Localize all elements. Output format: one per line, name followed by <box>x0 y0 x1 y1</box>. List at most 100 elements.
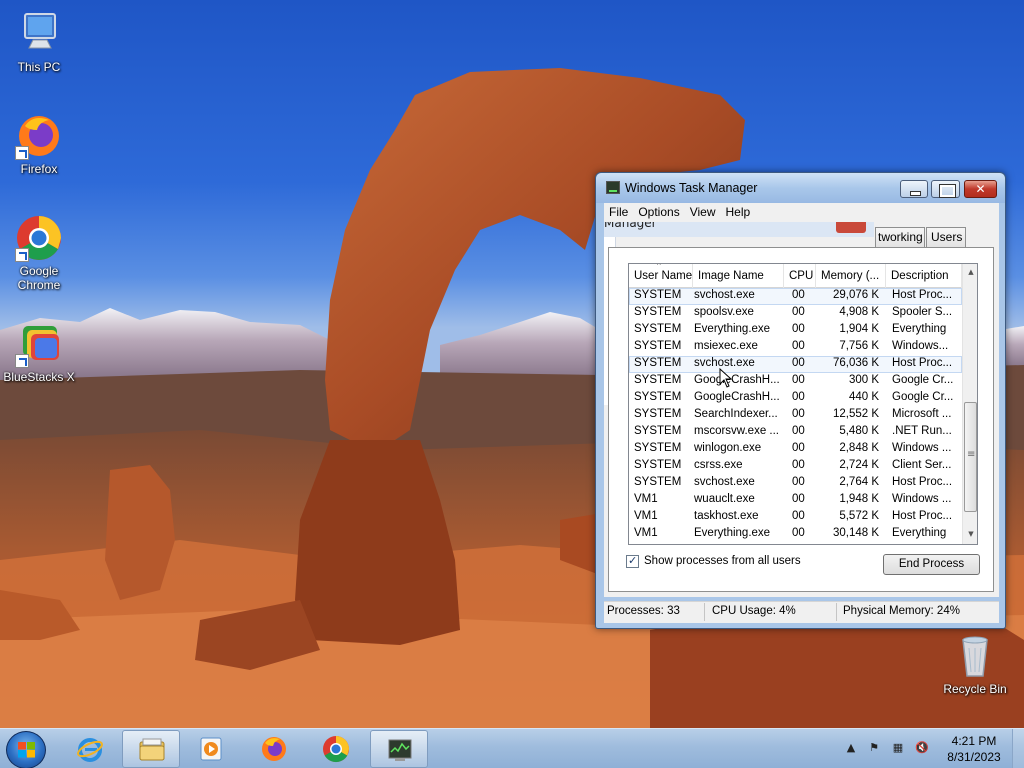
title-bar[interactable]: Windows Task Manager <box>596 173 1005 203</box>
table-row[interactable]: SYSTEM mscorsvw.exe ... 00 5,480 K .NET Run.… <box>629 424 962 441</box>
cell-cpu: 00 <box>792 391 805 403</box>
process-list-header: User Name Image Name CPU Memory (... Des… <box>629 264 962 288</box>
cell-user-name: SYSTEM <box>634 374 682 386</box>
processes-tab-panel: User Name Image Name CPU Memory (... Des… <box>608 247 994 592</box>
tab-networking[interactable]: tworking <box>875 227 925 247</box>
taskbar-chrome[interactable] <box>307 730 365 768</box>
cell-memory: 4,908 K <box>839 306 879 318</box>
table-row[interactable]: SYSTEM msiexec.exe 00 7,756 K Windows... <box>629 339 962 356</box>
cell-cpu: 00 <box>792 493 805 505</box>
end-process-button[interactable]: End Process <box>883 554 980 575</box>
cell-memory: 2,764 K <box>839 476 879 488</box>
table-row[interactable]: SYSTEM winlogon.exe 00 2,848 K Windows ... <box>629 441 962 458</box>
status-cpu-usage: CPU Usage: 4% <box>712 605 796 617</box>
cell-memory: 7,756 K <box>839 340 879 352</box>
status-physical-memory: Physical Memory: 24% <box>843 605 960 617</box>
cell-description: Windows ... <box>892 493 952 505</box>
shortcut-arrow-icon <box>15 146 29 160</box>
table-row[interactable]: SYSTEM GoogleCrashH... 00 440 K Google Cr... <box>629 390 962 407</box>
cell-cpu: 00 <box>792 323 805 335</box>
show-desktop-button[interactable] <box>1012 729 1024 768</box>
cell-cpu: 00 <box>792 374 805 386</box>
cell-memory: 5,480 K <box>839 425 879 437</box>
desktop-icon-firefox[interactable]: Firefox <box>1 112 77 176</box>
close-icon <box>836 222 866 233</box>
table-row[interactable]: SYSTEM svchost.exe 00 29,076 K Host Proc... <box>629 288 962 305</box>
cell-cpu: 00 <box>792 476 805 488</box>
table-row[interactable]: VM1 taskhost.exe 00 5,572 K Host Proc... <box>629 509 962 526</box>
cell-cpu: 00 <box>792 289 805 301</box>
menu-options[interactable]: Options <box>633 203 684 219</box>
cell-user-name: SYSTEM <box>634 289 682 301</box>
status-bar: Processes: 33 CPU Usage: 4% Physical Mem… <box>604 601 999 623</box>
clock-date: 8/31/2023 <box>947 750 1001 764</box>
shortcut-arrow-icon <box>15 354 29 368</box>
status-divider <box>836 603 837 621</box>
table-row[interactable]: VM1 wuauclt.exe 00 1,948 K Windows ... <box>629 492 962 509</box>
table-row[interactable]: SYSTEM csrss.exe 00 2,724 K Client Ser... <box>629 458 962 475</box>
cell-cpu: 00 <box>792 510 805 522</box>
taskbar-firefox[interactable] <box>245 730 303 768</box>
taskbar-file-explorer[interactable] <box>122 730 180 768</box>
tab-users[interactable]: Users <box>926 227 966 247</box>
cell-description: Google Cr... <box>892 374 954 386</box>
column-cpu[interactable]: CPU <box>784 264 816 288</box>
scroll-up-icon[interactable]: ▲ <box>966 268 976 278</box>
column-memory[interactable]: Memory (... <box>816 264 886 288</box>
show-all-processes-label: Show processes from all users <box>644 555 801 567</box>
taskbar-task-manager[interactable] <box>370 730 428 768</box>
computer-icon <box>15 10 63 58</box>
start-button[interactable] <box>6 731 46 768</box>
column-user-name[interactable]: User Name <box>629 264 693 288</box>
scroll-thumb[interactable] <box>964 402 977 512</box>
volume-muted-icon[interactable]: 🔇 <box>914 741 930 757</box>
shortcut-arrow-icon <box>15 248 29 262</box>
table-row[interactable]: SYSTEM Everything.exe 00 1,904 K Everything <box>629 322 962 339</box>
checkbox-checked-icon[interactable] <box>626 554 639 568</box>
cell-user-name: SYSTEM <box>634 323 682 335</box>
media-player-icon <box>200 737 222 761</box>
show-hidden-icons-icon[interactable]: ▲ <box>843 741 859 757</box>
maximize-button[interactable] <box>931 180 960 198</box>
table-row[interactable]: SYSTEM SearchIndexer... 00 12,552 K Microsof… <box>629 407 962 424</box>
cell-memory: 1,904 K <box>839 323 879 335</box>
table-row[interactable]: SYSTEM GoogleCrashH... 00 300 K Google Cr... <box>629 373 962 390</box>
cell-cpu: 00 <box>792 459 805 471</box>
desktop-icon-this-pc[interactable]: This PC <box>1 10 77 74</box>
cell-description: Windows ... <box>892 442 952 454</box>
cell-user-name: SYSTEM <box>634 306 682 318</box>
table-row[interactable]: SYSTEM svchost.exe 00 76,036 K Host Proc... <box>629 356 962 373</box>
process-list[interactable]: User Name Image Name CPU Memory (... Des… <box>628 263 978 545</box>
menu-help[interactable]: Help <box>721 203 756 219</box>
cell-user-name: SYSTEM <box>634 442 682 454</box>
action-center-flag-icon[interactable]: ⚑ <box>866 741 882 757</box>
cell-memory: 2,724 K <box>839 459 879 471</box>
bluestacks-icon <box>15 320 63 368</box>
clock[interactable]: 4:21 PM 8/31/2023 <box>940 733 1008 765</box>
network-icon[interactable]: ▦ <box>890 741 906 757</box>
close-button[interactable] <box>964 180 997 198</box>
taskbar-media-player[interactable] <box>182 730 240 768</box>
desktop-icon-bluestacks[interactable]: BlueStacks X <box>1 320 77 384</box>
task-manager-window[interactable]: Windows Task Manager FileOptionsViewHelp… <box>595 172 1006 629</box>
cell-image-name: wuauclt.exe <box>694 493 755 505</box>
menu-file[interactable]: File <box>604 203 633 219</box>
minimize-button[interactable] <box>900 180 928 198</box>
taskbar-internet-explorer[interactable] <box>61 730 119 768</box>
table-row[interactable]: SYSTEM svchost.exe 00 2,764 K Host Proc... <box>629 475 962 492</box>
menu-view[interactable]: View <box>685 203 721 219</box>
column-image-name[interactable]: Image Name <box>693 264 784 288</box>
desktop-icon-google-chrome[interactable]: Google Chrome <box>1 214 77 292</box>
cell-image-name: GoogleCrashH... <box>694 374 780 386</box>
scroll-down-icon[interactable]: ▼ <box>966 530 976 540</box>
cell-memory: 30,148 K <box>832 527 879 539</box>
desktop-icon-recycle-bin[interactable]: Recycle Bin <box>937 632 1013 696</box>
table-row[interactable]: VM1 Everything.exe 00 30,148 K Everything <box>629 526 962 543</box>
table-row[interactable]: SYSTEM spoolsv.exe 00 4,908 K Spooler S... <box>629 305 962 322</box>
vertical-scrollbar[interactable]: ▲ ▼ <box>962 264 977 544</box>
column-description[interactable]: Description <box>886 264 962 288</box>
status-divider <box>704 603 705 621</box>
cell-memory: 2,848 K <box>839 442 879 454</box>
chrome-icon <box>15 214 63 262</box>
desktop-icon-label: Google Chrome <box>17 264 61 292</box>
